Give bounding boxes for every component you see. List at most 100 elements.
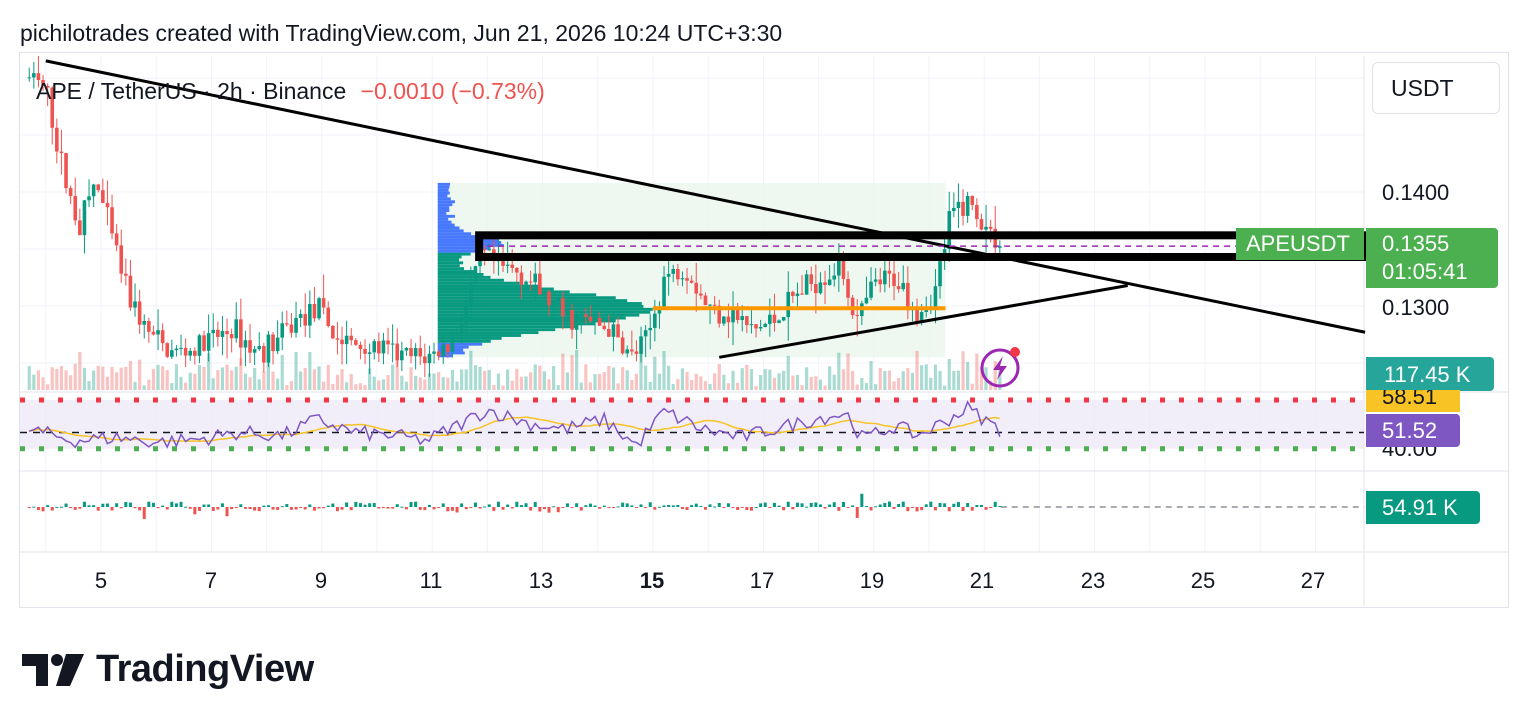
volume-bar [717,363,721,390]
oscillator-bar [41,507,45,512]
candle-body [533,273,538,283]
volume-bar [851,370,855,390]
volume-bar [450,369,455,390]
candle-body [372,341,377,353]
candle-body [409,348,413,357]
oscillator-bar [404,507,408,510]
oscillator-bar [584,505,588,507]
candle-body [432,351,436,354]
volume-bar [36,370,41,390]
candle-body [565,310,570,317]
volume-bar [832,374,836,390]
candle-body [768,314,772,324]
chart-canvas[interactable] [0,0,1528,728]
oscillator-bar [961,507,965,511]
candle-body [873,279,878,282]
volume-bar [96,365,100,390]
profile-row [437,325,577,329]
oscillator-bar [418,507,422,510]
candle-body [427,353,432,364]
candle-body [423,356,427,364]
oscillator-bar [648,502,652,507]
candle-body [731,308,735,323]
oscillator-bar [414,501,418,507]
volume-bar [970,383,974,390]
candle-body [979,219,984,230]
candle-body [257,346,262,350]
oscillator-bar [823,507,827,509]
volume-bar [823,385,827,390]
oscillator-bar [276,507,280,510]
profile-row [437,275,491,279]
volume-bar [593,374,597,390]
volume-bar [423,379,427,390]
volume-bar [478,366,482,390]
volume-bar [55,368,59,390]
profile-row [437,203,453,207]
candle-body [772,314,777,323]
currency-button[interactable]: USDT [1372,62,1500,114]
oscillator-bar [446,507,450,512]
oscillator-bar [726,503,730,507]
candle-body [303,314,308,326]
oscillator-bar [317,507,321,509]
volume-bar [938,370,942,390]
volume-bar [193,373,197,390]
candle-body [179,347,183,349]
volume-bar [584,364,588,390]
oscillator-bar [510,507,514,509]
volume-bar [874,384,878,390]
volume-bar [625,370,629,390]
oscillator-bar [372,502,376,507]
oscillator-bar [690,505,694,507]
oscillator-bar [409,501,413,507]
candle-body [892,273,896,287]
oscillator-bar [956,502,960,507]
volume-bar [924,364,928,390]
oscillator-bar [515,501,519,507]
candle-body [377,341,381,354]
oscillator-bar [818,504,822,507]
candle-body [740,316,745,321]
oscillator-bar [331,503,335,507]
volume-bar [188,372,192,390]
profile-row [437,334,522,337]
volume-bar [611,367,616,390]
oscillator-bar [207,504,211,507]
candle-body [754,324,758,329]
candle-body [404,348,409,351]
oscillator-bar [225,507,229,517]
candle-body [349,335,354,341]
oscillator-bar [855,507,859,518]
lightning-alert-icon[interactable] [980,346,1024,390]
oscillator-bar [561,507,565,508]
candle-body [634,351,639,354]
oscillator-bar [933,507,937,511]
volume-bar [312,369,317,390]
oscillator-bar [676,504,680,507]
volume-bar [878,367,882,390]
candle-body [597,318,602,326]
volume-bar [455,381,459,390]
volume-bar [184,382,188,390]
candle-body [280,323,285,338]
oscillator-bar [708,504,712,507]
oscillator-bar [138,507,142,511]
candle-body [551,299,556,306]
candle-body [64,153,68,189]
volume-bar [308,352,312,390]
candle-body [639,336,643,354]
symbol-legend[interactable]: APE / TetherUS · 2h · Binance −0.0010 (−… [36,78,545,105]
volume-bar [621,367,625,390]
oscillator-bar [345,502,349,507]
oscillator-bar [50,507,54,511]
oscillator-bar [220,503,224,507]
oscillator-bar [943,503,947,507]
profile-row [437,188,449,192]
volume-bar [437,372,441,390]
candle-body [818,282,823,294]
oscillator-bar [759,503,763,507]
price-change: −0.0010 (−0.73%) [360,78,545,104]
oscillator-bar [800,503,804,507]
profile-row [437,220,452,224]
